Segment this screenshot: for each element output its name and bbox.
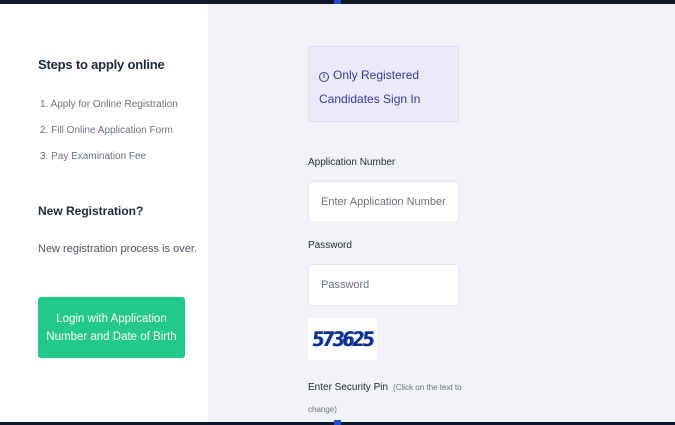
step-item: 3. Pay Examination Fee xyxy=(40,151,147,162)
info-icon: i xyxy=(319,72,329,82)
application-number-input[interactable] xyxy=(308,181,459,223)
steps-title: Steps to apply online xyxy=(38,57,165,72)
password-input[interactable] xyxy=(308,264,459,306)
step-item: 1. Apply for Online Registration xyxy=(40,99,178,110)
application-number-label: Application Number xyxy=(308,157,396,168)
sign-in-notice: i Only Registered Candidates Sign In xyxy=(308,46,459,122)
new-registration-text: New registration process is over. xyxy=(38,243,197,255)
notice-text: Only Registered Candidates Sign In xyxy=(319,68,421,106)
resize-handle-bottom[interactable] xyxy=(334,420,341,425)
security-pin-label-text: Enter Security Pin xyxy=(308,382,389,393)
step-item: 2. Fill Online Application Form xyxy=(40,125,173,136)
security-pin-label: Enter Security Pin (Click on the text to … xyxy=(308,377,468,421)
captcha-image[interactable]: 573625 xyxy=(308,318,377,360)
new-registration-title: New Registration? xyxy=(38,204,144,218)
steps-list: 1. Apply for Online Registration 2. Fill… xyxy=(40,98,178,176)
captcha-text: 573625 xyxy=(311,327,374,351)
password-label: Password xyxy=(308,240,352,251)
login-with-dob-button[interactable]: Login with Application Number and Date o… xyxy=(38,297,185,358)
